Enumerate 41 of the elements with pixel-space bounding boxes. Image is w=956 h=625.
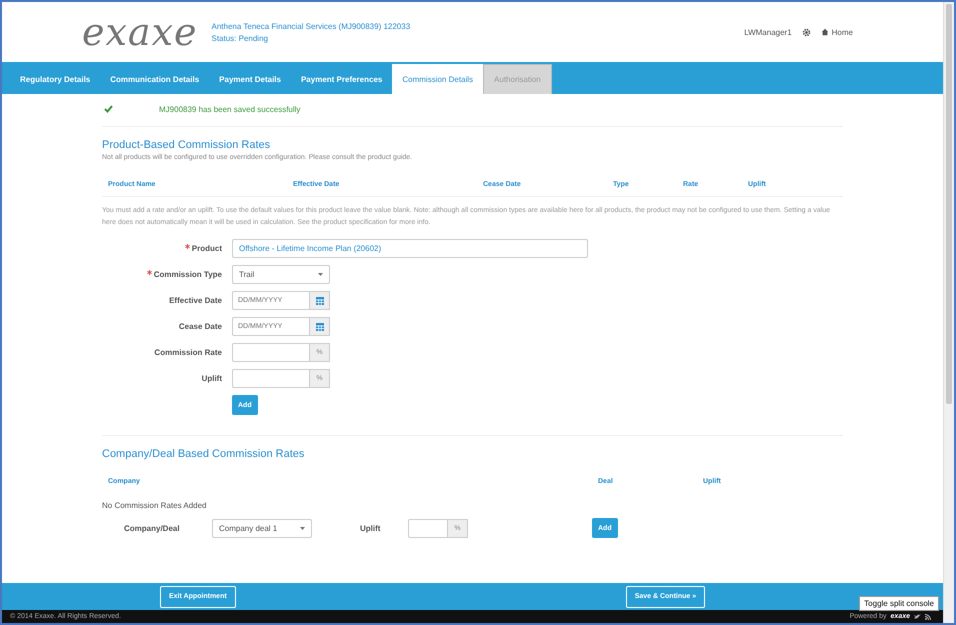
number-field[interactable] (232, 343, 310, 362)
product-field[interactable]: Offshore - Lifetime Income Plan (20602) (232, 239, 588, 258)
section-title: Product-Based Commission Rates (102, 139, 272, 151)
tab[interactable]: Payment Details (209, 64, 291, 94)
type-dropdown[interactable]: Trail (232, 265, 330, 284)
field-label: Commission Rate (154, 348, 222, 357)
field-label: Commission Type (154, 270, 222, 279)
calendar-button[interactable] (310, 291, 330, 310)
field-label: Effective Date (169, 296, 222, 305)
tab[interactable]: Communication Details (100, 64, 210, 94)
field-label: Uplift (360, 524, 382, 532)
home-icon (820, 28, 829, 36)
tab[interactable]: Commission Details (392, 64, 484, 94)
tab[interactable]: Regulatory Details (10, 64, 100, 94)
number-field[interactable] (408, 518, 448, 538)
section-title: Company/Deal Based Commission Rates (102, 448, 306, 460)
tooltip: Toggle split console (859, 596, 939, 611)
account-name: Anthena Teneca Financial Services (MJ900839) 122033 (212, 22, 410, 30)
scroll-bar[interactable] (943, 2, 954, 623)
calendar-icon (316, 322, 324, 330)
bird-icon[interactable] (914, 614, 921, 620)
field-label: Company/Deal (124, 524, 181, 532)
field-label: Product (192, 244, 222, 253)
calendar-icon (316, 296, 324, 304)
caret-icon (300, 526, 305, 530)
field-label: Cease Date (178, 322, 222, 331)
number-field[interactable] (232, 369, 310, 388)
company-dropdown[interactable]: Company deal 1 (212, 518, 312, 538)
field-label: Uplift (202, 374, 222, 383)
tab[interactable]: Payment Preferences (290, 64, 392, 94)
settings-icon[interactable] (802, 28, 811, 36)
success-message: MJ900839 has been saved successfully (159, 104, 300, 114)
check-icon (104, 105, 113, 113)
logo: exaxe (82, 10, 198, 54)
user-name[interactable]: LWManager1 (744, 28, 792, 36)
caret-icon (318, 273, 323, 276)
empty-message: No Commission Rates Added (102, 501, 208, 510)
rss-icon[interactable] (925, 614, 931, 620)
status-text: Status: Pending (212, 34, 269, 42)
home-link[interactable]: Home (820, 28, 853, 36)
calendar-button[interactable] (310, 317, 330, 336)
